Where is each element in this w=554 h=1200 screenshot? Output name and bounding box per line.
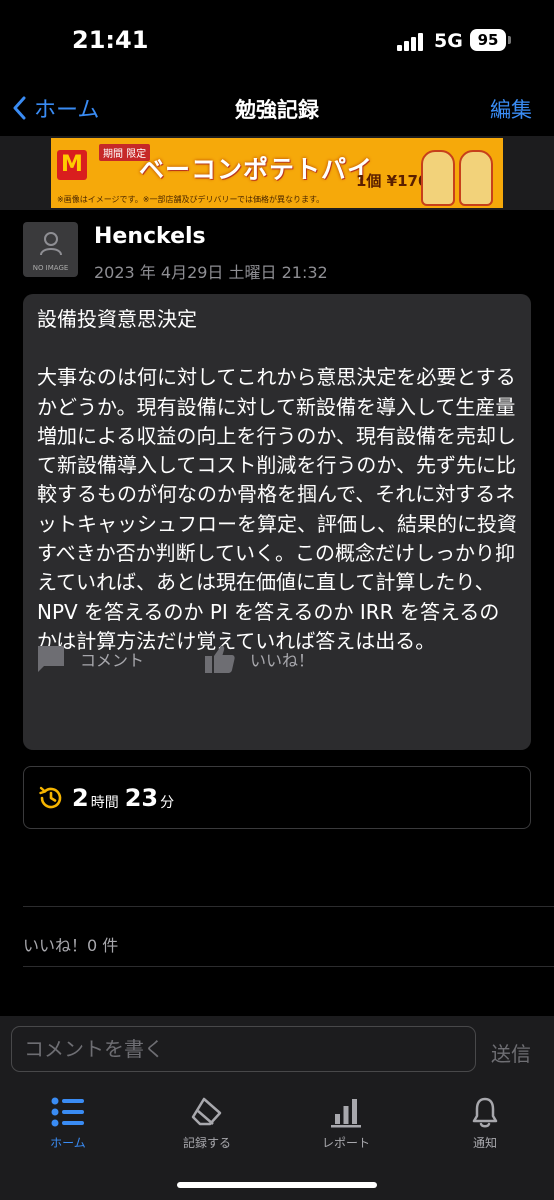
page-title: 勉強記録 xyxy=(235,98,319,122)
comment-bar: 送信 xyxy=(0,1016,554,1084)
like-label: いいね！ xyxy=(250,651,315,670)
duration-minutes-unit: 分 xyxy=(160,794,175,811)
navigation-bar: ホーム 勉強記録 編集 xyxy=(0,84,554,136)
like-button[interactable]: いいね！ xyxy=(204,644,314,674)
tab-record[interactable]: 記録する xyxy=(157,1094,257,1151)
comment-button[interactable]: コメント xyxy=(36,644,144,674)
ad-banner[interactable]: M 期間 限定 ベーコンポテトパイ 1個 ¥170~ ※画像はイメージです。※一… xyxy=(51,138,503,208)
likes-count[interactable]: いいね！0 件 xyxy=(23,932,118,956)
tab-notifications-label: 通知 xyxy=(472,1136,497,1150)
eraser-icon xyxy=(191,1097,222,1126)
home-indicator xyxy=(177,1182,377,1188)
send-button[interactable]: 送信 xyxy=(491,1038,531,1067)
tab-report[interactable]: レポート xyxy=(296,1094,396,1151)
divider xyxy=(23,906,554,907)
tab-report-label: レポート xyxy=(321,1136,370,1150)
post-actions: コメント いいね！ xyxy=(0,632,554,696)
clock-history-icon xyxy=(39,786,62,808)
tab-notifications[interactable]: 通知 xyxy=(435,1094,535,1151)
status-time: 21:41 xyxy=(72,26,149,54)
edit-button[interactable]: 編集 xyxy=(490,94,532,124)
mcdonalds-logo: M xyxy=(57,150,87,180)
duration-minutes: 23 xyxy=(124,783,159,812)
network-type: 5G xyxy=(434,30,463,52)
post-title: 設備投資意思決定 xyxy=(37,307,197,331)
bar-chart-icon xyxy=(331,1099,361,1128)
avatar[interactable]: NO IMAGE xyxy=(23,222,78,277)
pie-image xyxy=(415,142,499,206)
ad-note: ※画像はイメージです。※一部店舗及びデリバリーでは価格が異なります。 xyxy=(57,195,325,204)
comment-label: コメント xyxy=(80,651,145,670)
thumbs-up-icon xyxy=(205,645,235,673)
study-duration: 2 時間 23 分 xyxy=(23,766,531,829)
battery-icon: 95 xyxy=(470,29,506,51)
duration-hours: 2 xyxy=(72,783,89,812)
list-icon xyxy=(51,1097,84,1127)
avatar-placeholder-text: NO IMAGE xyxy=(32,264,69,272)
person-placeholder-icon xyxy=(40,232,62,256)
tab-record-label: 記録する xyxy=(182,1136,231,1150)
bell-icon xyxy=(472,1097,498,1128)
comment-bubble-icon xyxy=(38,646,64,672)
comment-input[interactable] xyxy=(11,1026,476,1072)
post-date: 2023 年 4月29日 土曜日 21:32 xyxy=(94,263,328,282)
post-body: 大事なのは何に対してこれから意思決定を必要とするかどうか。現有設備に対して新設備… xyxy=(37,365,517,653)
ad-area: M 期間 限定 ベーコンポテトパイ 1個 ¥170~ ※画像はイメージです。※一… xyxy=(0,136,554,210)
tab-home[interactable]: ホーム xyxy=(18,1094,118,1151)
status-bar: 21:41 5G 95 xyxy=(0,0,554,84)
tab-home-label: ホーム xyxy=(50,1136,86,1150)
battery-tip xyxy=(508,36,511,44)
username[interactable]: Henckels xyxy=(94,224,206,249)
duration-hours-unit: 時間 xyxy=(90,794,119,811)
ad-title: ベーコンポテトパイ xyxy=(139,155,374,184)
cellular-signal-icon xyxy=(397,33,427,51)
divider xyxy=(23,966,554,967)
